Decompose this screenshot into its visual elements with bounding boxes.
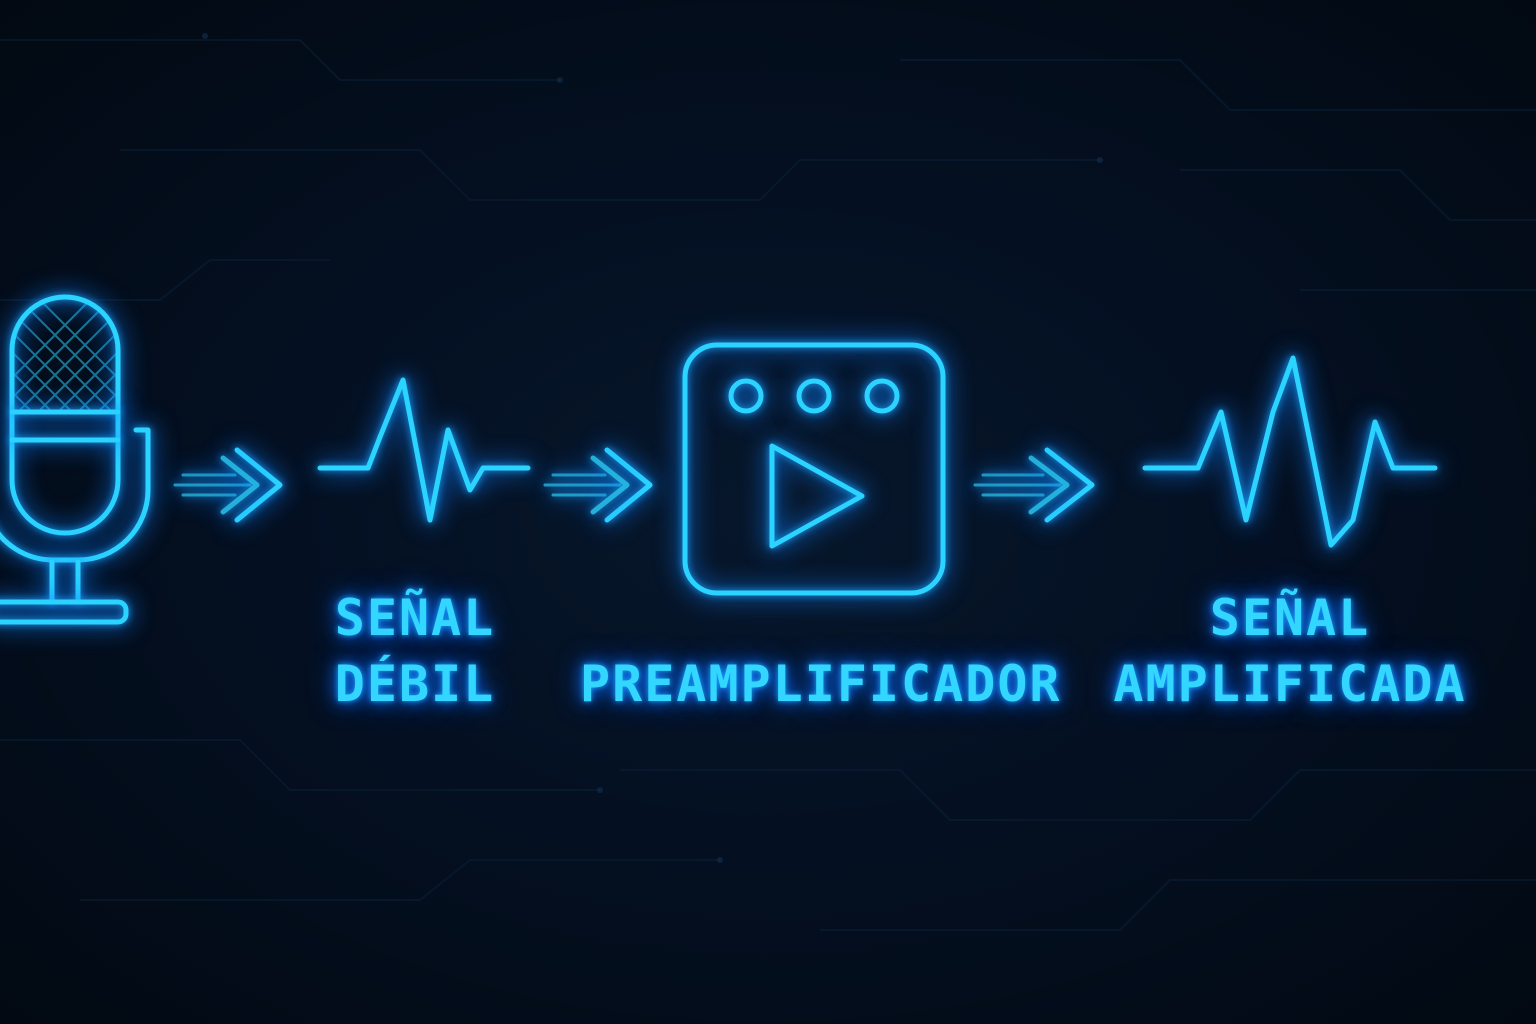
weak-signal-label-line-1: SEÑAL [334, 589, 496, 647]
amplified-waveform-icon [1142, 350, 1438, 550]
microphone-icon [0, 290, 160, 640]
preamplifier-label: PREAMPLIFICADOR [580, 651, 1060, 717]
double-chevron-arrow-icon [543, 440, 665, 530]
preamplifier-play-icon [680, 340, 950, 600]
double-chevron-arrow-icon [973, 440, 1105, 530]
amplified-signal-label-line-1: SEÑAL [1209, 589, 1371, 647]
amplified-signal-label: SEÑAL AMPLIFICADA [1110, 585, 1470, 717]
diagram-canvas: SEÑAL DÉBIL PREAMPLIFICADOR SEÑAL AMPLIF… [0, 0, 1536, 1024]
amplified-signal-label-line-2: AMPLIFICADA [1113, 655, 1467, 713]
weak-waveform-icon [317, 375, 533, 525]
weak-signal-label-line-2: DÉBIL [334, 655, 496, 713]
weak-signal-label: SEÑAL DÉBIL [300, 585, 530, 717]
preamplifier-label-line-1: PREAMPLIFICADOR [580, 655, 1062, 713]
double-chevron-arrow-icon [173, 440, 295, 530]
